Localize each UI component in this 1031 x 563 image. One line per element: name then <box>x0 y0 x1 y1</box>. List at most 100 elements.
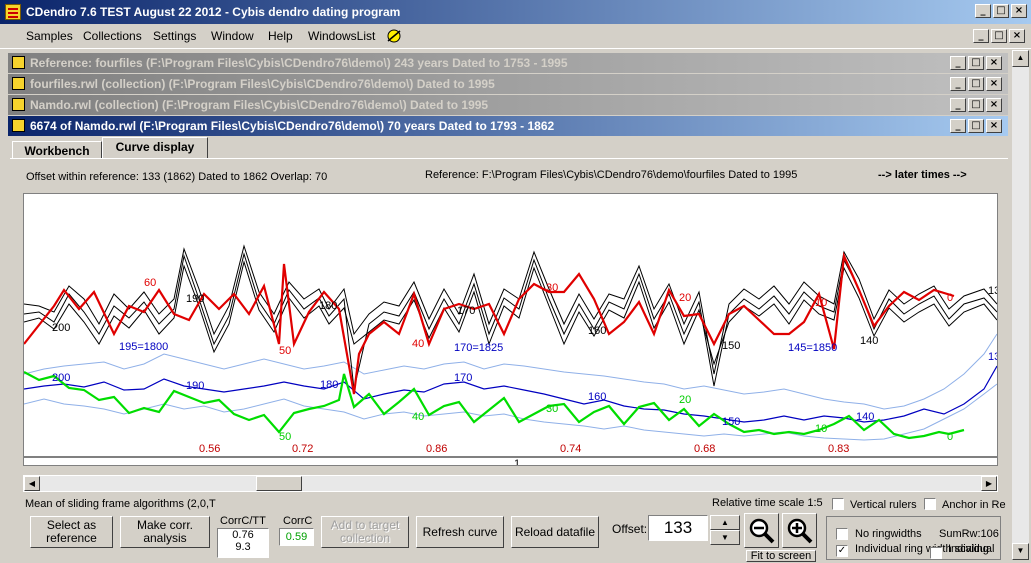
add-to-target-button[interactable]: Add to target collection <box>321 516 409 548</box>
restore-button[interactable]: □ <box>993 4 1009 18</box>
no-ringwidths-label: No ringwidths <box>855 528 922 540</box>
mdi-window-fourfiles[interactable]: fourfiles.rwl (collection) (F:\Program F… <box>8 74 1008 94</box>
label-blue-140: 140 <box>856 411 874 423</box>
label-black-160: 160 <box>588 325 606 337</box>
offset-input[interactable]: 133 <box>648 515 708 541</box>
restore-button[interactable]: □ <box>968 98 984 112</box>
close-button[interactable]: × <box>986 119 1002 133</box>
close-button[interactable]: × <box>986 77 1002 91</box>
mdi-window-title: fourfiles.rwl (collection) (F:\Program F… <box>30 77 495 91</box>
label-red-0: 0 <box>947 292 953 304</box>
reference-info: Reference: F:\Program Files\Cybis\CDendr… <box>425 169 798 181</box>
menu-help[interactable]: Help <box>268 29 293 43</box>
sun-icon[interactable] <box>384 27 404 45</box>
zoom-in-button[interactable] <box>782 513 817 548</box>
corr-value-3: 0.86 <box>426 443 447 455</box>
menu-samples[interactable]: Samples <box>26 29 73 43</box>
no-ringwidths-checkbox[interactable] <box>836 528 848 540</box>
corrc-tt-value-2: 9.3 <box>235 541 251 553</box>
minimize-button[interactable]: _ <box>975 4 991 18</box>
reload-datafile-button[interactable]: Reload datafile <box>511 516 599 548</box>
label-blue-1800: 195=1800 <box>119 341 168 353</box>
individual-checkbox[interactable] <box>930 547 942 559</box>
label-black-180: 180 <box>319 300 337 312</box>
document-icon <box>12 77 25 90</box>
label-black-170: 170 <box>457 305 475 317</box>
menu-bar: Samples Collections Settings Window Help… <box>0 24 1031 49</box>
label-black-190: 190 <box>186 293 204 305</box>
mdi-minimize-button[interactable]: _ <box>973 29 989 43</box>
scroll-up-icon[interactable]: ▲ <box>1012 50 1029 67</box>
corr-value-6: 0.83 <box>828 443 849 455</box>
zoom-out-button[interactable] <box>744 513 779 548</box>
fit-to-screen-button[interactable]: Fit to screen <box>746 550 816 562</box>
minimize-button[interactable]: _ <box>950 98 966 112</box>
label-green-10: 10 <box>815 423 827 435</box>
close-button[interactable]: × <box>986 98 1002 112</box>
restore-button[interactable]: □ <box>968 56 984 70</box>
vertical-rulers-checkbox[interactable] <box>832 498 844 510</box>
mdi-window-title: Namdo.rwl (collection) (F:\Program Files… <box>30 98 489 112</box>
curve-plot[interactable]: 200 190 180 170 160 150 140 13 60 50 40 … <box>23 193 1000 470</box>
anchor-label: Anchor in Re <box>942 499 1006 511</box>
document-icon <box>12 56 25 69</box>
app-title: CDendro 7.6 TEST August 22 2012 - Cybis … <box>26 5 401 19</box>
mdi-close-button[interactable]: × <box>1009 29 1025 43</box>
algorithm-text: Mean of sliding frame algorithms (2,0,T <box>25 498 216 510</box>
label-green-30: 30 <box>546 403 558 415</box>
close-button[interactable]: × <box>986 56 1002 70</box>
app-titlebar: CDendro 7.6 TEST August 22 2012 - Cybis … <box>0 0 1031 24</box>
restore-button[interactable]: □ <box>968 77 984 91</box>
zoom-in-icon <box>787 518 812 543</box>
vertical-scrollbar[interactable]: ▲ ▼ <box>1012 50 1029 560</box>
label-green-0: 0 <box>947 431 953 443</box>
mdi-window-title: 6674 of Namdo.rwl (F:\Program Files\Cybi… <box>30 119 555 133</box>
menu-collections[interactable]: Collections <box>83 29 142 43</box>
select-as-reference-button[interactable]: Select as reference <box>30 516 113 548</box>
black-curve-1 <box>23 244 998 375</box>
tab-workbench[interactable]: Workbench <box>12 141 102 159</box>
corr-value-1: 0.56 <box>199 443 220 455</box>
refresh-curve-button[interactable]: Refresh curve <box>416 516 504 548</box>
scroll-down-icon[interactable]: ▼ <box>1012 543 1029 560</box>
later-times-link[interactable]: --> later times --> <box>878 169 967 181</box>
mdi-restore-button[interactable]: □ <box>991 29 1007 43</box>
label-red-60: 60 <box>144 277 156 289</box>
offset-down-icon[interactable]: ▼ <box>710 530 740 545</box>
offset-info: Offset within reference: 133 (1862) Date… <box>26 171 328 183</box>
minimize-button[interactable]: _ <box>950 119 966 133</box>
individual-ring-checkbox[interactable]: ✓ <box>836 545 848 557</box>
make-corr-analysis-button[interactable]: Make corr. analysis <box>120 516 210 548</box>
label-green-20: 20 <box>679 394 691 406</box>
anchor-checkbox[interactable] <box>924 498 936 510</box>
label-green-40: 40 <box>412 411 424 423</box>
mdi-window-reference[interactable]: Reference: fourfiles (F:\Program Files\C… <box>8 53 1008 73</box>
scroll-left-icon[interactable]: ◀ <box>24 476 40 491</box>
corrc-value: 0.59 <box>279 528 314 546</box>
restore-button[interactable]: □ <box>968 119 984 133</box>
corrc-label: CorrC <box>283 515 313 527</box>
vertical-rulers-label: Vertical rulers <box>850 499 917 511</box>
minimize-button[interactable]: _ <box>950 77 966 91</box>
menu-settings[interactable]: Settings <box>153 29 196 43</box>
individual-label: Individual <box>948 543 995 555</box>
label-black-140: 140 <box>860 335 878 347</box>
corrc-tt-field: 0.76 9.3 <box>217 528 269 558</box>
minimize-button[interactable]: _ <box>950 56 966 70</box>
mdi-window-sample[interactable]: 6674 of Namdo.rwl (F:\Program Files\Cybi… <box>8 116 1008 136</box>
curve-svg[interactable]: 200 190 180 170 160 150 140 13 60 50 40 … <box>23 194 1000 470</box>
label-red-30: 30 <box>546 282 558 294</box>
close-button[interactable]: × <box>1011 4 1027 18</box>
zoom-out-icon <box>749 518 774 543</box>
horizontal-scrollbar[interactable]: ◀ ▶ <box>23 475 998 492</box>
offset-up-icon[interactable]: ▲ <box>710 515 740 530</box>
menu-windowslist[interactable]: WindowsList <box>308 29 375 43</box>
tab-curve-display[interactable]: Curve display <box>102 137 208 160</box>
app-logo-icon <box>5 4 21 20</box>
label-blue-170: 170 <box>454 372 472 384</box>
mdi-window-namdo[interactable]: Namdo.rwl (collection) (F:\Program Files… <box>8 95 1008 115</box>
scroll-thumb[interactable] <box>256 476 302 491</box>
menu-window[interactable]: Window <box>211 29 254 43</box>
label-blue-1825: 170=1825 <box>454 342 503 354</box>
scroll-right-icon[interactable]: ▶ <box>981 476 997 491</box>
